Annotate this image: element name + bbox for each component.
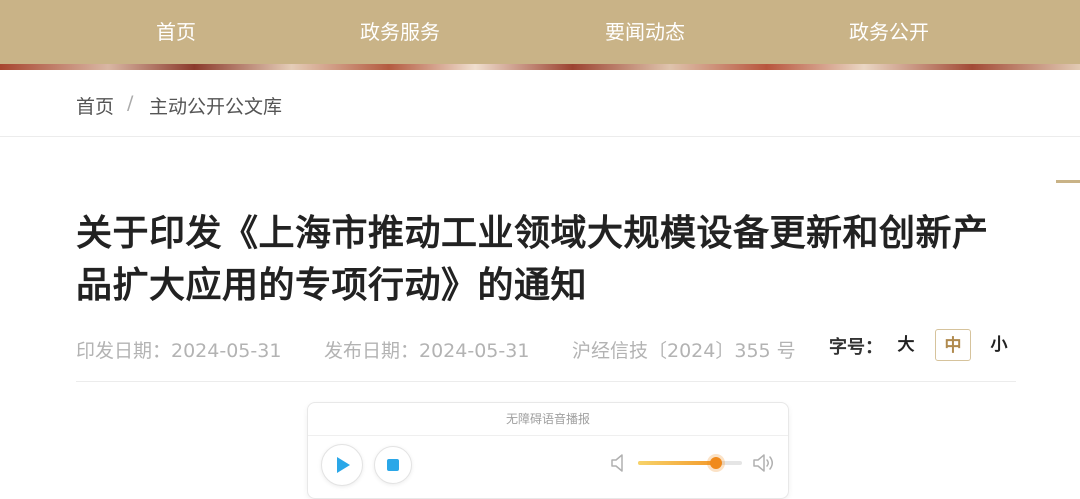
audio-player-title: 无障碍语音播报 <box>308 403 788 436</box>
play-button[interactable] <box>321 444 363 486</box>
breadcrumb-current-link[interactable]: 主动公开公文库 <box>149 92 282 119</box>
volume-slider-fill <box>638 461 716 465</box>
volume-slider-handle[interactable] <box>710 457 722 469</box>
divider <box>76 381 1016 382</box>
document-number: 沪经信技〔2024〕355 号 <box>572 340 796 362</box>
font-size-medium-button[interactable]: 中 <box>935 329 971 361</box>
stop-icon <box>387 459 399 471</box>
print-date: 印发日期：2024-05-31 <box>76 340 282 362</box>
nav-item-disclosure[interactable]: 政务公开 <box>809 0 969 64</box>
audio-player: 无障碍语音播报 <box>307 402 789 499</box>
font-size-small-button[interactable]: 小 <box>981 329 1017 361</box>
volume-high-icon[interactable] <box>752 452 776 474</box>
stop-button[interactable] <box>374 446 412 484</box>
font-size-label: 字号： <box>829 337 883 358</box>
side-accent-line <box>1056 180 1080 183</box>
publish-date: 发布日期：2024-05-31 <box>324 340 530 362</box>
play-icon <box>337 457 350 473</box>
breadcrumb-home-link[interactable]: 首页 <box>76 92 114 119</box>
volume-slider[interactable] <box>638 457 742 469</box>
font-size-large-button[interactable]: 大 <box>888 329 924 361</box>
page-title: 关于印发《上海市推动工业领域大规模设备更新和创新产品扩大应用的专项行动》的通知 <box>76 213 989 306</box>
breadcrumb-separator: / <box>127 92 134 114</box>
volume-low-icon[interactable] <box>610 452 628 474</box>
nav-item-news[interactable]: 要闻动态 <box>565 0 725 64</box>
nav-item-home[interactable]: 首页 <box>96 0 256 64</box>
top-navigation: 首页 政务服务 要闻动态 政务公开 <box>0 0 1080 64</box>
nav-item-services[interactable]: 政务服务 <box>320 0 480 64</box>
breadcrumb: 首页 / 主动公开公文库 <box>0 70 1080 137</box>
